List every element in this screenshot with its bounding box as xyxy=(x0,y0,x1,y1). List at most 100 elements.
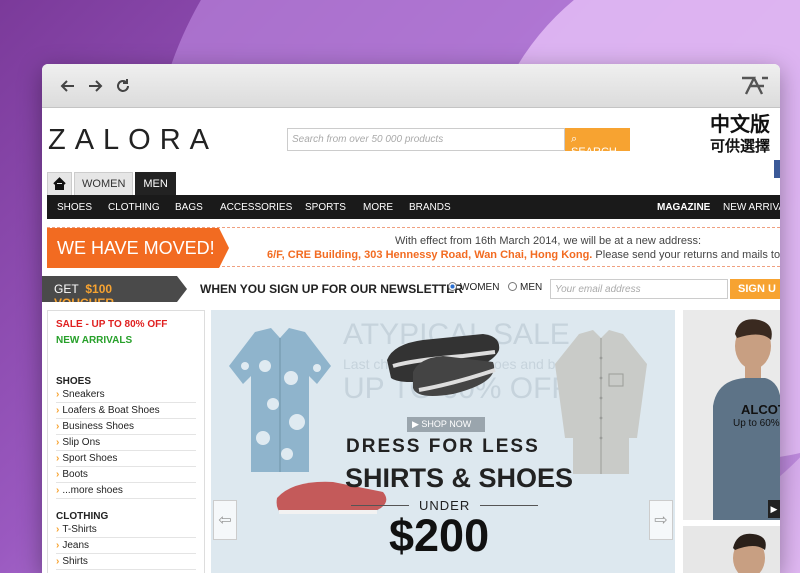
newsletter-bar: GET $100 VOUCHER WHEN YOU SIGN UP FOR OU… xyxy=(42,276,780,302)
nav-brands[interactable]: BRANDS xyxy=(409,202,451,213)
voucher-badge: GET $100 VOUCHER xyxy=(42,276,187,302)
sidebar-item-jeans[interactable]: › Jeans xyxy=(56,538,196,554)
promo-discount: Up to 60% xyxy=(733,418,780,429)
chevron-right-icon: › xyxy=(56,437,60,448)
site-logo[interactable]: ZALORA xyxy=(48,124,218,157)
arrow-right-icon[interactable] xyxy=(86,77,104,95)
facebook-icon[interactable] xyxy=(774,160,780,178)
search-input[interactable]: Search from over 50 000 products xyxy=(287,128,565,151)
sidebar-item-label: Sport Shoes xyxy=(62,453,118,464)
carousel-next-button[interactable]: ⇨ xyxy=(649,500,673,540)
promo-tile[interactable]: ALCOT Up to 60% ▶ xyxy=(683,310,780,520)
browser-window: ZALORA Search from over 50 000 products … xyxy=(42,64,780,573)
moved-address: 6/F, CRE Building, 303 Hennessy Road, Wa… xyxy=(267,249,593,261)
signup-button[interactable]: SIGN U xyxy=(730,279,780,299)
arrow-right-icon: ⇨ xyxy=(654,512,668,529)
moved-line-1: With effect from 16th March 2014, we wil… xyxy=(395,235,702,247)
chinese-version-link[interactable]: 中文版 可供選擇 xyxy=(710,114,770,158)
chevron-right-icon: › xyxy=(56,524,60,535)
chinese-version-label: 中文版 xyxy=(710,114,770,136)
nav-bags[interactable]: BAGS xyxy=(175,202,203,213)
moved-line-2: 6/F, CRE Building, 303 Hennessy Road, Wa… xyxy=(267,249,780,261)
moved-headline: WE HAVE MOVED! xyxy=(47,228,229,268)
slip-on-shoes-image xyxy=(387,334,500,396)
search-button[interactable]: ⌕ SEARCH xyxy=(565,128,630,158)
chevron-right-icon: › xyxy=(56,556,60,567)
zalora-page: ZALORA Search from over 50 000 products … xyxy=(42,108,780,573)
chevron-right-icon[interactable]: ▶ xyxy=(768,500,780,518)
browser-logo-icon xyxy=(740,74,770,98)
tab-men[interactable]: MEN xyxy=(135,172,176,195)
voucher-get: GET xyxy=(54,282,79,296)
arrow-left-icon[interactable] xyxy=(59,77,77,95)
sidebar-item-label: ...more shoes xyxy=(62,485,123,496)
sidebar-item-more-shoes[interactable]: › ...more shoes xyxy=(56,483,196,499)
sidebar-sale-link[interactable]: SALE - UP TO 80% OFF xyxy=(56,319,196,330)
hero-banner[interactable]: ATYPICAL SALE Last chance ... shirts, sh… xyxy=(211,310,675,573)
chevron-right-icon: › xyxy=(56,485,60,496)
radio-women-label: WOMEN xyxy=(460,282,500,293)
chevron-right-icon: › xyxy=(56,421,60,432)
sidebar-item-label: Loafers & Boat Shoes xyxy=(62,405,160,416)
radio-women[interactable]: WOMEN xyxy=(448,282,499,293)
moved-banner[interactable]: WE HAVE MOVED! With effect from 16th Mar… xyxy=(47,227,780,268)
sidebar-item-label: Business Shoes xyxy=(62,421,135,432)
chevron-right-icon: › xyxy=(56,389,60,400)
home-tab[interactable] xyxy=(47,172,72,195)
sidebar-heading-clothing[interactable]: CLOTHING xyxy=(56,511,196,522)
hero-shirts-shoes: SHIRTS & SHOES xyxy=(345,463,574,493)
sidebar-item-sneakers[interactable]: › Sneakers xyxy=(56,387,196,403)
chevron-right-icon: › xyxy=(56,469,60,480)
hero-price: $200 xyxy=(389,510,490,561)
gender-tabs: WOMEN MEN xyxy=(47,172,178,195)
carousel-prev-button[interactable]: ⇦ xyxy=(213,500,237,540)
moved-line-2-rest: Please send your returns and mails to th… xyxy=(592,249,780,261)
radio-dot xyxy=(508,282,517,291)
sidebar-item-label: Jeans xyxy=(62,540,90,551)
sidebar-heading-shoes[interactable]: SHOES xyxy=(56,376,196,387)
email-field[interactable]: Your email address xyxy=(550,279,728,299)
sidebar-item-business-shoes[interactable]: › Business Shoes xyxy=(56,419,196,435)
category-nav: SHOES CLOTHING BAGS ACCESSORIES SPORTS M… xyxy=(47,195,780,219)
nav-new-arrivals[interactable]: NEW ARRIVA xyxy=(723,202,780,213)
sidebar-item-label: Boots xyxy=(62,469,88,480)
sidebar-item-label: Sneakers xyxy=(62,389,105,400)
sidebar-item-label: T-Shirts xyxy=(62,524,97,535)
nav-sports[interactable]: SPORTS xyxy=(305,202,346,213)
play-icon: ▶ xyxy=(412,419,422,429)
nav-magazine[interactable]: MAGAZINE xyxy=(657,202,710,213)
shop-now-label: SHOP NOW xyxy=(421,419,472,429)
radio-men-label: MEN xyxy=(520,282,543,293)
grey-shirt-image xyxy=(555,330,647,474)
chevron-right-icon: › xyxy=(56,453,60,464)
radio-men[interactable]: MEN xyxy=(508,282,542,293)
newsletter-label: WHEN YOU SIGN UP FOR OUR NEWSLETTER xyxy=(200,282,463,296)
shop-now-button[interactable]: ▶ SHOP NOW xyxy=(407,417,485,432)
hero-dress-for-less: DRESS FOR LESS xyxy=(346,436,540,457)
browser-toolbar xyxy=(42,64,780,108)
sidebar-item-boots[interactable]: › Boots xyxy=(56,467,196,483)
arrow-left-icon: ⇦ xyxy=(218,512,232,529)
sidebar-item-sport-shoes[interactable]: › Sport Shoes xyxy=(56,451,196,467)
nav-more[interactable]: MORE xyxy=(363,202,393,213)
sidebar-item-label: Shirts xyxy=(62,556,88,567)
chevron-right-icon: › xyxy=(56,405,60,416)
nav-clothing[interactable]: CLOTHING xyxy=(108,202,160,213)
chevron-right-icon: › xyxy=(56,540,60,551)
nav-shoes[interactable]: SHOES xyxy=(57,202,92,213)
sidebar-item-label: Slip Ons xyxy=(62,437,101,448)
home-icon xyxy=(53,177,66,193)
sidebar-item-slip-ons[interactable]: › Slip Ons xyxy=(56,435,196,451)
sidebar-item-t-shirts[interactable]: › T-Shirts xyxy=(56,522,196,538)
search-button-label: SEARCH xyxy=(571,146,617,158)
promo-tile-2[interactable] xyxy=(683,526,780,573)
floral-shirt-image xyxy=(229,328,331,472)
male-model-image-2 xyxy=(733,533,766,573)
sidebar-new-arrivals-link[interactable]: NEW ARRIVALS xyxy=(56,335,196,346)
nav-accessories[interactable]: ACCESSORIES xyxy=(220,202,292,213)
sidebar-item-loafers[interactable]: › Loafers & Boat Shoes xyxy=(56,403,196,419)
sidebar-item-shirts[interactable]: › Shirts xyxy=(56,554,196,570)
reload-icon[interactable] xyxy=(114,77,132,95)
search-icon: ⌕ xyxy=(571,133,578,145)
tab-women[interactable]: WOMEN xyxy=(74,172,134,195)
